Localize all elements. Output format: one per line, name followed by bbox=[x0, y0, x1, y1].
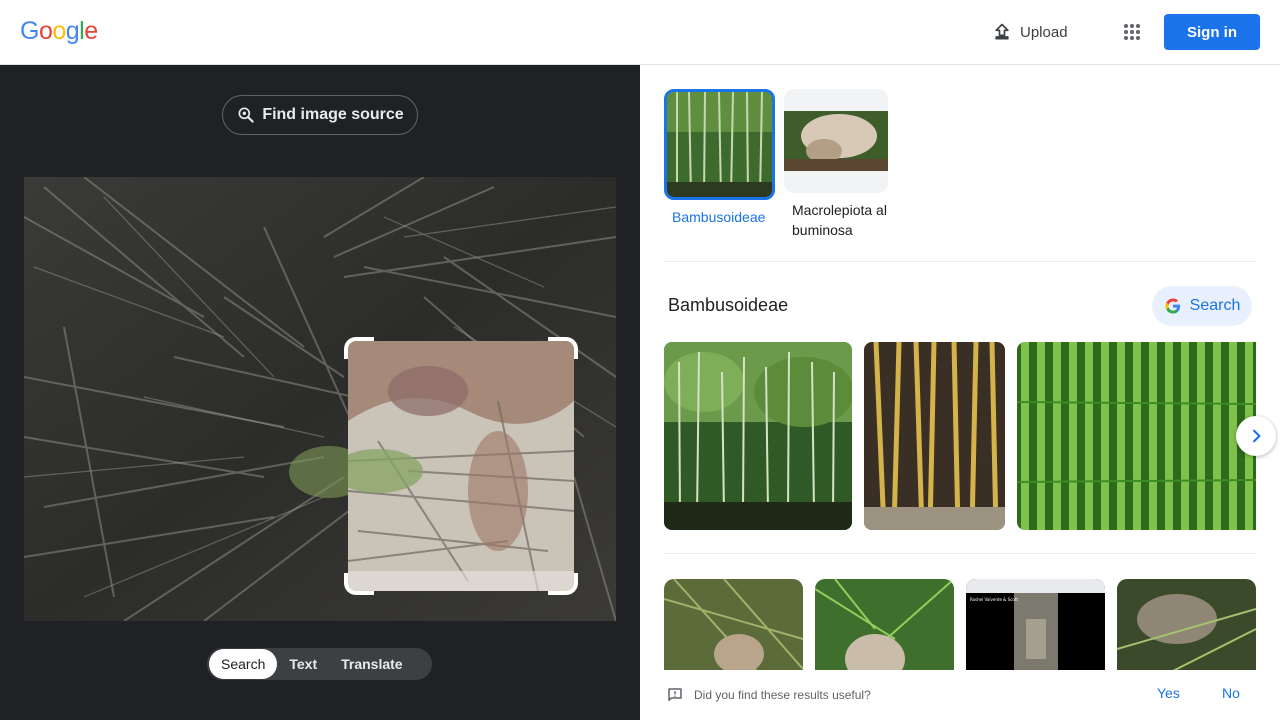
apps-grid-icon[interactable] bbox=[1120, 20, 1144, 44]
lens-search-icon bbox=[238, 107, 255, 123]
image-panel: Find image source Search Text Translate bbox=[0, 65, 640, 720]
search-chip-label: Search bbox=[1189, 297, 1241, 314]
tab-search[interactable]: Search bbox=[209, 649, 278, 679]
entity-label: Macrolepiota albuminosa bbox=[792, 202, 887, 238]
feedback-question: Did you find these results useful? bbox=[694, 688, 871, 702]
crop-handle-bottom-left[interactable] bbox=[344, 573, 374, 595]
tab-translate[interactable]: Translate bbox=[329, 649, 414, 679]
divider bbox=[664, 553, 1256, 554]
google-logo[interactable]: Google bbox=[20, 17, 98, 46]
crop-handle-top-right[interactable] bbox=[548, 337, 578, 359]
chevron-right-icon bbox=[1252, 429, 1261, 443]
top-bar: Google Upload Sign in bbox=[0, 0, 1280, 65]
visual-match[interactable] bbox=[664, 579, 803, 679]
upload-icon bbox=[995, 23, 1009, 40]
entity-chip-macrolepiota-albuminosa[interactable]: Macrolepiota albuminosa bbox=[784, 89, 892, 240]
entity-thumbnail bbox=[784, 89, 888, 193]
crop-selection[interactable] bbox=[344, 337, 578, 595]
image-result[interactable] bbox=[664, 342, 852, 530]
google-g-icon bbox=[1165, 298, 1180, 314]
entity-chips: Bambusoideae Macrolepiota albuminosa bbox=[664, 89, 892, 240]
visual-matches-row: Roshel Valverde & Scott bbox=[664, 579, 1256, 679]
feedback-no-button[interactable]: No bbox=[1222, 685, 1240, 701]
results-panel: Bambusoideae Macrolepiota albuminosa Bam… bbox=[640, 65, 1280, 720]
find-image-source-label: Find image source bbox=[262, 106, 404, 123]
logo-letter: o bbox=[52, 17, 66, 45]
google-search-button[interactable]: Search bbox=[1152, 286, 1252, 326]
image-result[interactable] bbox=[864, 342, 1005, 530]
logo-letter: e bbox=[84, 17, 98, 45]
divider bbox=[664, 261, 1256, 262]
visual-match[interactable] bbox=[815, 579, 954, 679]
feedback-yes-button[interactable]: Yes bbox=[1157, 685, 1180, 701]
entity-chip-bambusoideae[interactable]: Bambusoideae bbox=[664, 89, 775, 240]
crop-handle-bottom-right[interactable] bbox=[548, 573, 578, 595]
image-result[interactable] bbox=[1017, 342, 1256, 530]
logo-letter: G bbox=[20, 17, 39, 45]
entity-thumbnail bbox=[664, 89, 775, 200]
carousel-next-button[interactable] bbox=[1236, 416, 1276, 456]
thumbnail-caption: Roshel Valverde & Scott bbox=[970, 597, 1018, 602]
section-title: Bambusoideae bbox=[668, 295, 789, 315]
logo-letter: o bbox=[38, 17, 53, 45]
entity-label: Bambusoideae bbox=[672, 209, 766, 225]
upload-label: Upload bbox=[1020, 23, 1068, 41]
visual-match[interactable]: Roshel Valverde & Scott bbox=[966, 579, 1105, 679]
upload-button[interactable]: Upload bbox=[992, 20, 1068, 44]
mode-tabs: Search Text Translate bbox=[207, 648, 432, 680]
logo-letter: g bbox=[65, 17, 80, 45]
find-image-source-button[interactable]: Find image source bbox=[222, 95, 418, 135]
visual-match[interactable] bbox=[1117, 579, 1256, 679]
feedback-icon bbox=[668, 688, 682, 701]
image-results-row bbox=[664, 342, 1256, 530]
feedback-bar: Did you find these results useful? Yes N… bbox=[640, 670, 1280, 720]
selected-region bbox=[348, 341, 574, 591]
crop-handle-top-left[interactable] bbox=[344, 337, 374, 359]
sign-in-button[interactable]: Sign in bbox=[1164, 14, 1260, 50]
tab-text[interactable]: Text bbox=[277, 649, 329, 679]
